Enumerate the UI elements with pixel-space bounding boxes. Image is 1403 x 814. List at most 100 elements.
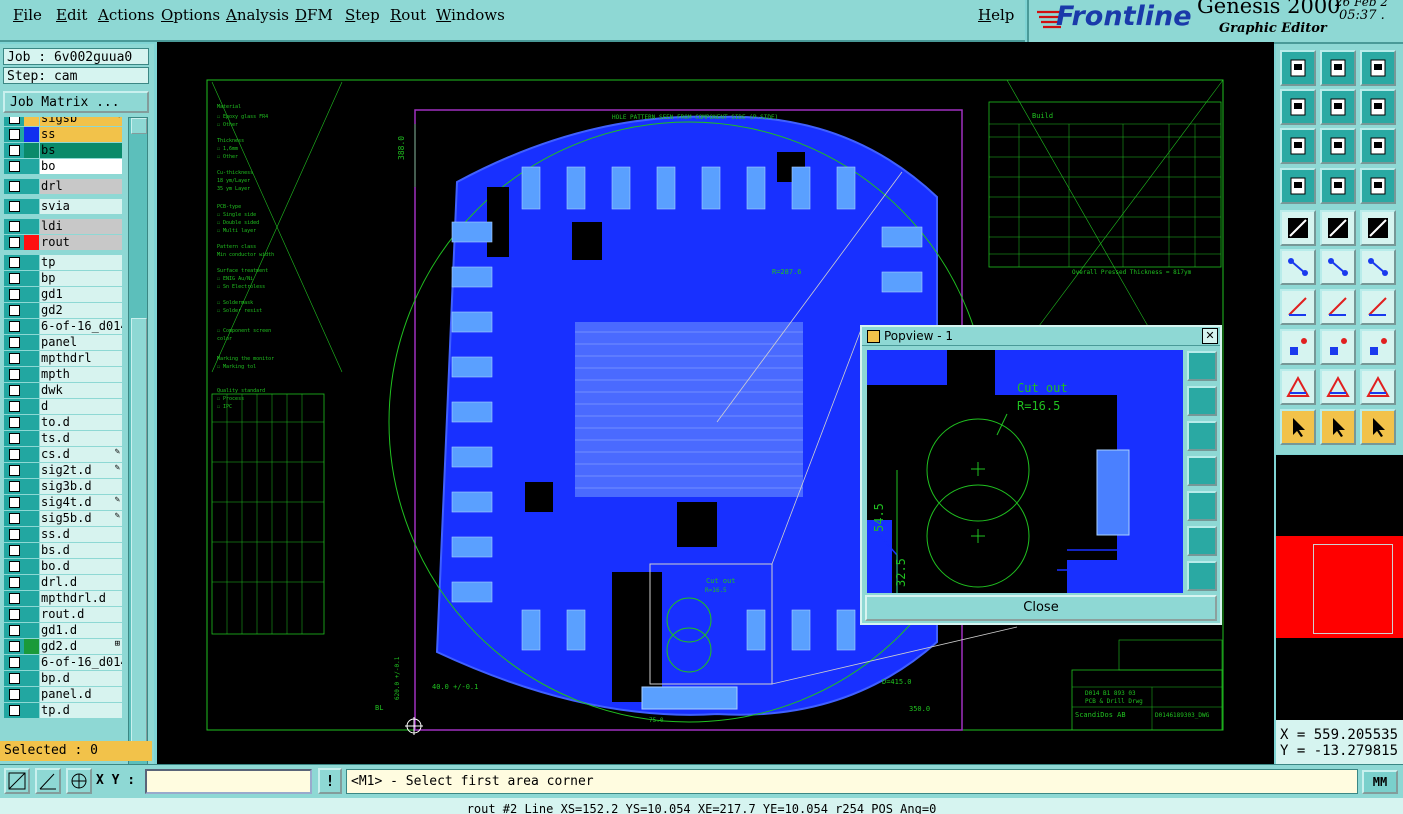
layer-checkbox[interactable] (4, 127, 24, 142)
menu-help[interactable]: Help (978, 6, 1014, 24)
layer-name[interactable]: to.d (40, 415, 122, 430)
popview-window[interactable]: Popview - 1 ✕ Cut out R=16.5 54.5 32.5 C… (860, 325, 1222, 625)
units-button[interactable]: MM (1362, 770, 1398, 794)
layer-color-swatch[interactable] (24, 495, 39, 510)
layer-checkbox[interactable] (4, 639, 24, 654)
triangle-a-button[interactable] (1280, 369, 1316, 405)
layer-name[interactable]: d (40, 399, 122, 414)
menu-actions[interactable]: Actions (98, 6, 154, 24)
layer-checkbox[interactable] (4, 367, 24, 382)
layer-name[interactable]: rout (40, 235, 122, 250)
popview-canvas[interactable]: Cut out R=16.5 54.5 32.5 (867, 350, 1183, 593)
layer-checkbox[interactable] (4, 271, 24, 286)
layer-color-swatch[interactable] (24, 607, 39, 622)
layer-color-swatch[interactable] (24, 655, 39, 670)
layer-row[interactable]: ss.d (4, 527, 124, 542)
layer-checkbox[interactable] (4, 431, 24, 446)
layer-name[interactable]: panel (40, 335, 122, 350)
layer-name[interactable]: bp (40, 271, 122, 286)
layer-checkbox[interactable] (4, 415, 24, 430)
layer-row[interactable]: ts.d (4, 431, 124, 446)
line-tool-button[interactable] (1320, 329, 1356, 365)
popview-pan-left-button[interactable] (1187, 456, 1217, 486)
layer-row[interactable]: sigsb✎ (4, 117, 124, 126)
layer-list-scrollbar[interactable] (128, 117, 148, 767)
connect-nodes-button[interactable] (1280, 249, 1316, 285)
layer-color-swatch[interactable] (24, 351, 39, 366)
move-down-button[interactable] (1320, 50, 1356, 86)
layer-name[interactable]: sig3b.d (40, 479, 122, 494)
draw-arc-a-button[interactable] (1280, 289, 1316, 325)
layer-checkbox[interactable] (4, 575, 24, 590)
move-right-button[interactable] (1320, 89, 1356, 125)
measure-tool-button[interactable] (35, 768, 61, 794)
layer-checkbox[interactable] (4, 159, 24, 174)
layer-checkbox[interactable] (4, 559, 24, 574)
layer-row[interactable]: ldi (4, 219, 124, 234)
layer-checkbox[interactable] (4, 687, 24, 702)
ruler-button[interactable] (1360, 210, 1396, 246)
layer-checkbox[interactable] (4, 623, 24, 638)
menu-analysis[interactable]: Analysis (226, 6, 289, 24)
layer-color-swatch[interactable] (24, 399, 39, 414)
layer-row[interactable]: rout.d (4, 607, 124, 622)
layer-color-swatch[interactable] (24, 159, 39, 174)
overview-view-box[interactable] (1313, 544, 1393, 634)
layer-checkbox[interactable] (4, 255, 24, 270)
layer-row[interactable]: tp (4, 255, 124, 270)
layer-row[interactable]: panel.d (4, 687, 124, 702)
menu-file[interactable]: File (13, 6, 42, 24)
layer-color-swatch[interactable] (24, 479, 39, 494)
zoom-fit-button[interactable] (1280, 128, 1316, 164)
layer-color-swatch[interactable] (24, 559, 39, 574)
layer-color-swatch[interactable] (24, 431, 39, 446)
layer-name[interactable]: sig4t.d (40, 495, 122, 510)
triangle-b-button[interactable] (1320, 369, 1356, 405)
layer-name[interactable]: gd1.d (40, 623, 122, 638)
snap-tool-button[interactable] (4, 768, 30, 794)
layer-checkbox[interactable] (4, 199, 24, 214)
layer-name[interactable]: gd2 (40, 303, 122, 318)
add-line-button[interactable] (1320, 210, 1356, 246)
layer-row[interactable]: dwk (4, 383, 124, 398)
layer-checkbox[interactable] (4, 447, 24, 462)
add-feature-button[interactable] (1280, 210, 1316, 246)
layer-checkbox[interactable] (4, 143, 24, 158)
layer-name[interactable]: svia (40, 199, 122, 214)
layer-row[interactable]: tp.d (4, 703, 124, 718)
layer-checkbox[interactable] (4, 351, 24, 366)
layer-color-swatch[interactable] (24, 319, 39, 334)
layer-name[interactable]: mpth (40, 367, 122, 382)
layer-name[interactable]: drl.d (40, 575, 122, 590)
layer-checkbox[interactable] (4, 219, 24, 234)
layer-name[interactable]: drl (40, 179, 122, 194)
layer-row[interactable]: drl (4, 179, 124, 194)
move-left-button[interactable] (1280, 89, 1316, 125)
menu-step[interactable]: Step (345, 6, 380, 24)
layer-checkbox[interactable] (4, 335, 24, 350)
popview-titlebar[interactable]: Popview - 1 ✕ (862, 327, 1220, 346)
layer-row[interactable]: sig4t.d ✎ (4, 495, 124, 510)
layer-row[interactable]: mpthdrl (4, 351, 124, 366)
alert-button[interactable]: ! (318, 768, 342, 794)
menu-edit[interactable]: Edit (56, 6, 87, 24)
layer-row[interactable]: bs.d (4, 543, 124, 558)
layer-color-swatch[interactable] (24, 235, 39, 250)
layer-row[interactable]: 6-of-16_d014 (4, 319, 124, 334)
layer-row[interactable]: gd1.d (4, 623, 124, 638)
layer-name[interactable]: bo (40, 159, 122, 174)
overview-map[interactable] (1276, 455, 1403, 720)
layer-row[interactable]: panel (4, 335, 124, 350)
layer-name[interactable]: mpthdrl.d (40, 591, 122, 606)
layer-row[interactable]: bp (4, 271, 124, 286)
layer-color-swatch[interactable] (24, 199, 39, 214)
layer-name[interactable]: cs.d (40, 447, 122, 462)
layer-checkbox[interactable] (4, 703, 24, 718)
layer-color-swatch[interactable] (24, 575, 39, 590)
menu-options[interactable]: Options (161, 6, 220, 24)
layer-row[interactable]: rout (4, 235, 124, 250)
layer-color-swatch[interactable] (24, 415, 39, 430)
layer-checkbox[interactable] (4, 591, 24, 606)
layer-view-button[interactable] (1360, 168, 1396, 204)
scroll-up-button[interactable] (131, 118, 147, 134)
